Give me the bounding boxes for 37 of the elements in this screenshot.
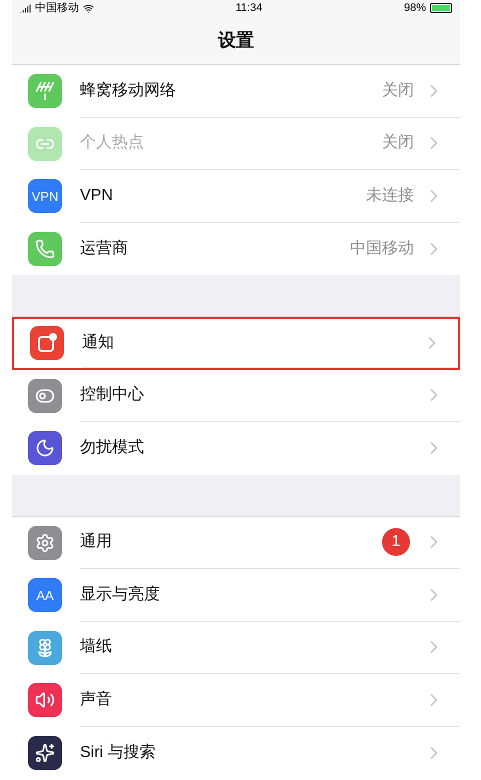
battery-icon [430, 3, 452, 13]
settings-row[interactable]: 通知 [12, 317, 460, 370]
vpn-icon: VPN [28, 179, 62, 214]
settings-row[interactable]: 勿扰模式 [12, 422, 460, 474]
row-label: 蜂窝移动网络 [80, 80, 177, 101]
signal-icon [20, 2, 31, 14]
status-time: 11:34 [236, 0, 262, 16]
row-label: VPN [80, 186, 114, 206]
row-value: 中国移动 [350, 238, 414, 259]
row-label: 勿扰模式 [80, 438, 145, 458]
row-value: 未连接 [366, 186, 414, 206]
nav-title: 设置 [218, 28, 254, 52]
row-label: 通用 [80, 532, 113, 552]
row-label: 控制中心 [80, 384, 145, 406]
row-label: 个人热点 [80, 132, 145, 154]
row-value: 关闭 [382, 80, 414, 101]
settings-row[interactable]: 声音 [12, 674, 460, 726]
row-label: 墙纸 [80, 636, 113, 658]
row-label: 显示与亮度 [80, 584, 161, 605]
row-label: 通知 [82, 332, 115, 353]
carrier-name: 中国移动 [35, 0, 79, 16]
text-size-icon: AA [28, 578, 62, 612]
settings-row[interactable]: 通用 1 [12, 516, 460, 569]
settings-row[interactable]: 控制中心 [12, 370, 460, 422]
settings-row[interactable]: 墙纸 [12, 622, 460, 674]
settings-row[interactable]: VPN VPN 未连接 [12, 170, 460, 222]
wifi-icon [83, 2, 94, 14]
settings-row[interactable]: 运营商 中国移动 [12, 222, 460, 275]
settings-row[interactable]: 蜂窝移动网络 关闭 [12, 65, 460, 118]
notification-badge: 1 [382, 528, 410, 556]
row-label: 运营商 [80, 238, 129, 259]
row-label: 声音 [80, 690, 113, 710]
row-value: 关闭 [382, 132, 414, 154]
row-label: Siri 与搜索 [80, 742, 157, 763]
battery-percent: 98% [404, 0, 426, 16]
settings-row[interactable]: Siri 与搜索 [12, 726, 460, 779]
settings-row[interactable]: AA 显示与亮度 [12, 569, 460, 622]
